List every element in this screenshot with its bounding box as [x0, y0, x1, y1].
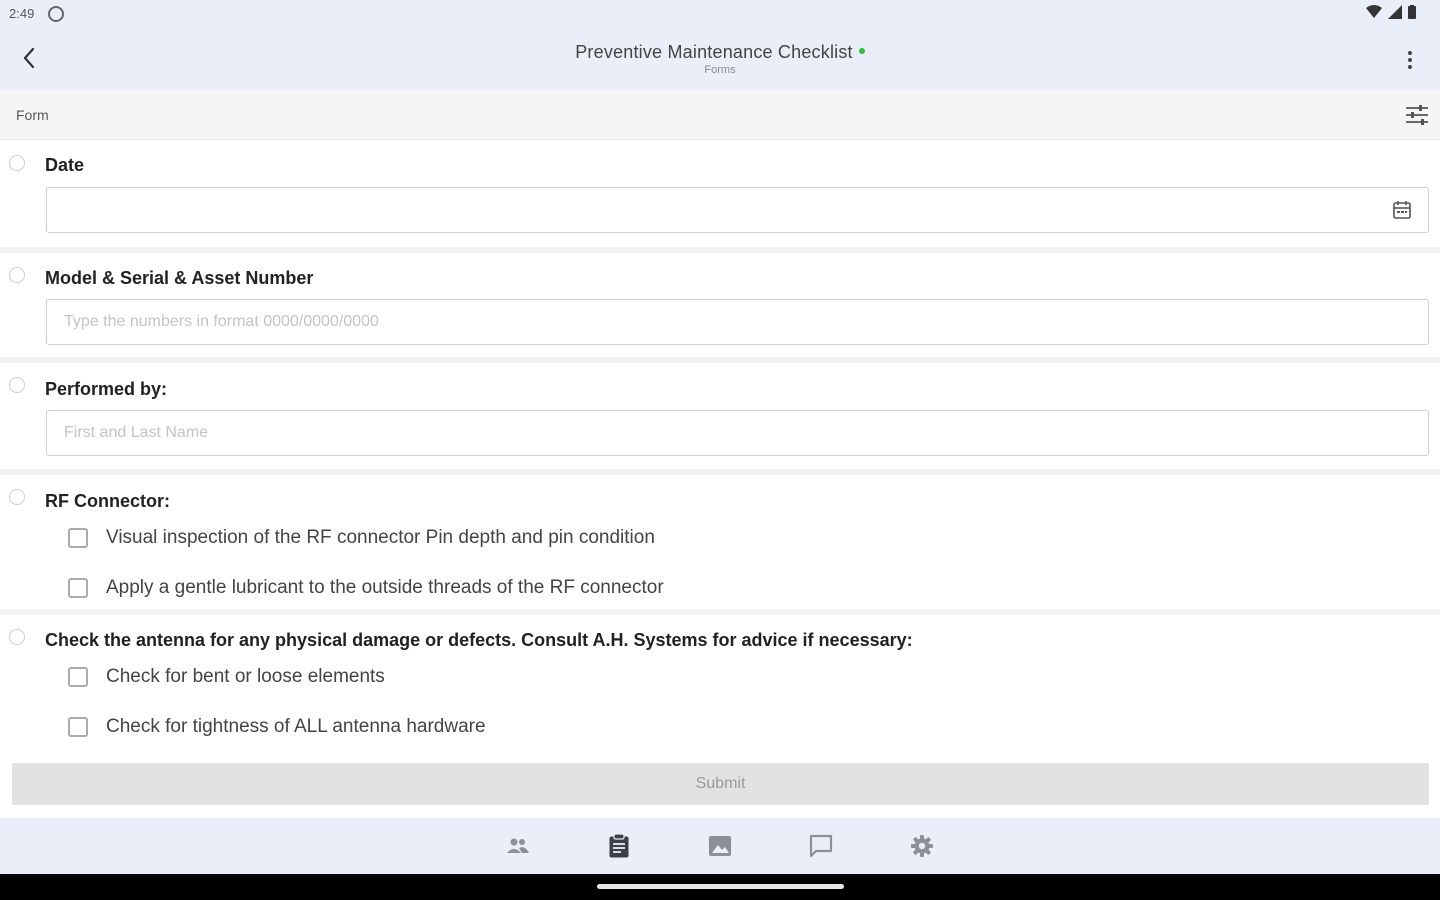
antenna-status-radio[interactable] — [9, 629, 25, 645]
bottom-nav — [0, 818, 1440, 874]
antenna-option-1[interactable]: Check for bent or loose elements — [68, 666, 385, 688]
rf-option-2-text: Apply a gentle lubricant to the outside … — [106, 577, 664, 598]
notification-icon — [48, 6, 64, 22]
submit-button[interactable]: Submit — [12, 763, 1429, 805]
form-label: Form — [16, 107, 49, 123]
model-label: Model & Serial & Asset Number — [45, 268, 314, 288]
title-block: Preventive Maintenance Checklist Forms — [0, 42, 1440, 76]
performed-label: Performed by: — [45, 379, 168, 399]
gesture-bar — [0, 874, 1440, 900]
page-subtitle: Forms — [704, 64, 736, 76]
antenna-option-1-checkbox[interactable] — [68, 667, 88, 687]
performed-section: Performed by: — [0, 363, 1440, 475]
antenna-option-2[interactable]: Check for tightness of ALL antenna hardw… — [68, 716, 486, 738]
antenna-label: Check the antenna for any physical damag… — [45, 630, 913, 650]
form-toolbar: Form — [0, 90, 1440, 140]
date-field[interactable] — [46, 187, 1429, 233]
status-icons — [1366, 5, 1416, 19]
antenna-section: Check the antenna for any physical damag… — [0, 615, 1440, 755]
settings-icon[interactable] — [908, 832, 936, 860]
date-label: Date — [45, 155, 85, 175]
rf-option-1-text: Visual inspection of the RF connector Pi… — [106, 527, 655, 548]
more-vert-icon — [1408, 51, 1412, 55]
model-section: Model & Serial & Asset Number — [0, 253, 1440, 363]
wifi-icon — [1366, 5, 1382, 18]
image-icon[interactable] — [706, 832, 734, 860]
calendar-icon[interactable] — [1392, 200, 1412, 220]
rf-section: RF Connector: Visual inspection of the R… — [0, 475, 1440, 615]
battery-icon — [1408, 5, 1416, 19]
page-title: Preventive Maintenance Checklist — [575, 42, 853, 62]
date-section: Date — [0, 141, 1440, 253]
app-bar: Preventive Maintenance Checklist Forms — [0, 30, 1440, 90]
date-status-radio[interactable] — [9, 155, 25, 171]
status-bar: 2:49 — [0, 0, 1440, 30]
rf-label: RF Connector: — [45, 491, 170, 511]
tune-icon — [1406, 105, 1428, 125]
more-options-button[interactable] — [1400, 48, 1420, 72]
antenna-option-2-checkbox[interactable] — [68, 717, 88, 737]
antenna-option-1-text: Check for bent or loose elements — [106, 666, 385, 687]
model-status-radio[interactable] — [9, 267, 25, 283]
rf-option-1[interactable]: Visual inspection of the RF connector Pi… — [68, 527, 655, 549]
antenna-option-2-text: Check for tightness of ALL antenna hardw… — [106, 716, 486, 737]
chat-icon[interactable] — [807, 832, 835, 860]
filter-button[interactable] — [1404, 102, 1430, 128]
people-icon[interactable] — [504, 832, 532, 860]
signal-icon — [1388, 5, 1402, 19]
clipboard-icon[interactable] — [605, 832, 633, 860]
model-input[interactable] — [46, 299, 1429, 345]
rf-option-2-checkbox[interactable] — [68, 578, 88, 598]
performed-status-radio[interactable] — [9, 377, 25, 393]
home-gesture-handle[interactable] — [597, 884, 844, 889]
performed-input[interactable] — [46, 410, 1429, 456]
rf-option-1-checkbox[interactable] — [68, 528, 88, 548]
rf-option-2[interactable]: Apply a gentle lubricant to the outside … — [68, 577, 664, 599]
online-status-dot — [858, 47, 865, 54]
status-time: 2:49 — [9, 6, 35, 21]
rf-status-radio[interactable] — [9, 489, 25, 505]
